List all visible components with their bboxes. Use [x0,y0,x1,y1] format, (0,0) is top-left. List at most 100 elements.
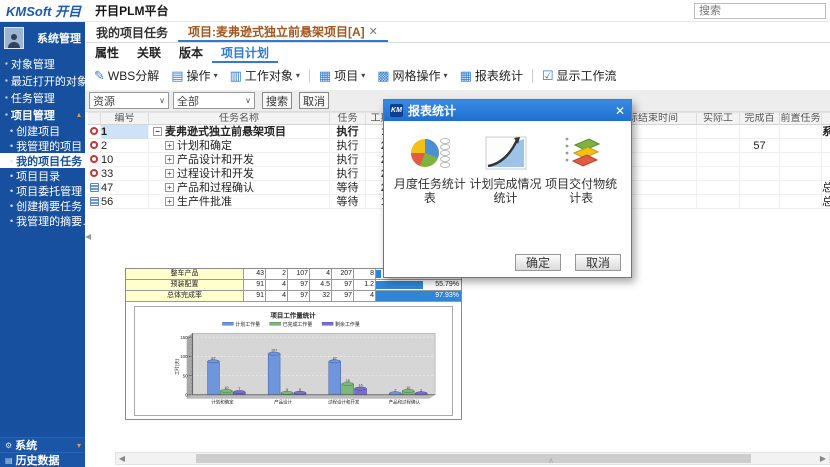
sidebar-item[interactable]: ▪项目管理▴ [0,106,85,123]
tree-toggle-icon[interactable]: + [165,155,174,164]
dialog-title-bar[interactable]: KM 报表统计 ✕ [384,100,631,121]
subtab[interactable]: 属性 [86,45,128,63]
task-status: 等待 [330,181,366,195]
tree-toggle-icon[interactable]: + [165,169,174,178]
sidebar-item[interactable]: ▪最近打开的对象 [0,72,85,89]
show-workflow-button[interactable]: ☑显示工作流 [542,67,617,84]
sidebar-collapse-icon[interactable]: ◀ [85,232,91,241]
tab[interactable]: 我的项目任务 [86,22,178,42]
blue-task-icon [90,183,99,192]
summary-value: 107 [288,269,310,279]
sidebar-subitem[interactable]: •我的项目任务 [0,153,85,168]
sidebar-subitem[interactable]: •我管理的项目 [0,138,85,153]
operate-button[interactable]: ▤操作▾ [171,67,217,84]
tree-toggle-icon[interactable]: + [165,183,174,192]
svg-text:产品和过程确认: 产品和过程确认 [389,399,421,406]
collapse-triangle-icon[interactable]: ▴ [77,110,81,119]
column-header[interactable] [88,113,101,124]
bullet-icon: • [10,126,13,136]
user-avatar-icon[interactable] [4,27,24,49]
toolbar-label: 项目 [334,67,358,84]
column-header[interactable]: 前置任务 [780,113,822,124]
sidebar-subitem-label: 创建项目 [16,123,60,138]
column-header[interactable]: 编号 [101,113,149,124]
sidebar-bottom: ⚙系统▾▤历史数据 [0,437,85,467]
dialog-app-icon: KM [390,104,403,117]
close-icon[interactable]: ✕ [369,25,378,38]
report-option-label: 项目交付物统计表 [543,178,619,206]
subtab[interactable]: 关联 [128,45,170,63]
toolbar-label: WBS分解 [108,67,159,84]
percent-complete [740,153,780,167]
gear-icon: ⚙ [5,441,12,450]
predecessor-cell [780,125,822,139]
tree-toggle-icon[interactable]: − [153,127,162,136]
sidebar-subitem[interactable]: •项目委托管理 [0,183,85,198]
ok-button[interactable]: 确定 [515,254,561,271]
sidebar-item[interactable]: ▪对象管理 [0,55,85,72]
subtabs: 属性关联版本项目计划 [86,44,830,63]
sidebar-item[interactable]: ▤历史数据 [0,452,85,467]
svg-text:2: 2 [394,388,396,392]
red-task-icon [90,127,98,135]
percent-complete [740,125,780,139]
subtab[interactable]: 项目计划 [212,45,278,63]
sidebar-subitem[interactable]: •创建项目 [0,123,85,138]
predecessor-cell [780,153,822,167]
summary-value: 97 [288,291,310,301]
sidebar-subitem[interactable]: •项目目录 [0,168,85,183]
task-type-cell [88,195,101,209]
tree-toggle-icon[interactable]: + [165,197,174,206]
red-task-icon [90,141,98,149]
sidebar-subitem[interactable]: •创建摘要任务 [0,198,85,213]
report-option[interactable]: 月度任务统计表 [392,128,468,206]
tab[interactable]: 项目:麦弗逊式独立前悬架项目[A]✕ [178,22,388,42]
scope-dropdown[interactable]: 全部 ∨ [173,92,255,109]
blue-task-icon [90,197,99,206]
splitter-grip-icon[interactable]: ∧ [548,456,554,465]
scroll-left-icon[interactable]: ◀ [116,453,128,464]
scrollbar-thumb[interactable] [196,454,751,463]
percent-complete [740,167,780,181]
project-button[interactable]: ▦项目▾ [319,67,365,84]
wbs-button[interactable]: ✎WBS分解 [94,67,159,84]
horizontal-scrollbar[interactable]: ◀ ▶ [115,452,830,465]
column-header[interactable]: 完成百 [740,113,780,124]
tree-toggle-icon[interactable]: + [165,141,174,150]
report-option[interactable]: 项目交付物统计表 [543,128,619,206]
scroll-right-icon[interactable]: ▶ [817,453,829,464]
search-button[interactable]: 搜索 [262,92,292,109]
progress-bar [376,270,381,278]
search-input[interactable] [694,3,826,19]
svg-text:项目工作量统计: 项目工作量统计 [270,310,316,319]
report-stats-button[interactable]: ▦报表统计 [460,67,523,84]
sidebar-item[interactable]: ▪任务管理 [0,89,85,106]
collapse-triangle-icon[interactable]: ▾ [77,441,81,450]
resource-dropdown[interactable]: 资源 ∨ [89,92,169,109]
column-header[interactable] [822,113,830,124]
task-status: 执行 [330,167,366,181]
summary-row[interactable]: 总体完成率914973297497.93% [126,291,461,302]
sidebar-subitem[interactable]: •我管理的摘要… [0,213,85,228]
svg-text:5: 5 [286,388,288,392]
work-object-button[interactable]: ▥工作对象▾ [230,67,300,84]
report-option[interactable]: 计划完成情况统计 [468,128,544,206]
grid-operate-button[interactable]: ▩网格操作▾ [377,67,447,84]
column-header[interactable]: 任务 [330,113,366,124]
sidebar: 系统管理 ▪对象管理▪最近打开的对象▪任务管理▪项目管理▴•创建项目•我管理的项… [0,22,85,467]
chevron-down-icon: ∨ [159,96,165,105]
summary-label: 总体完成率 [126,291,244,301]
subtab[interactable]: 版本 [170,45,212,63]
column-header[interactable]: 实际工 [697,113,740,124]
summary-row[interactable]: 预装配置914974.5971.255.79% [126,280,461,291]
dialog-title: 报表统计 [408,102,456,119]
column-header[interactable]: 任务名称 [149,113,330,124]
toolbar-label: 显示工作流 [557,67,617,84]
sidebar-nav: ▪对象管理▪最近打开的对象▪任务管理▪项目管理▴•创建项目•我管理的项目•我的项… [0,55,85,228]
sidebar-item[interactable]: ⚙系统▾ [0,437,85,452]
task-name-label: 产品和过程确认 [177,182,254,194]
summary-value: 91 [244,280,266,290]
close-icon[interactable]: ✕ [615,104,625,118]
cancel-button[interactable]: 取消 [575,254,621,271]
cancel-button[interactable]: 取消 [299,92,329,109]
